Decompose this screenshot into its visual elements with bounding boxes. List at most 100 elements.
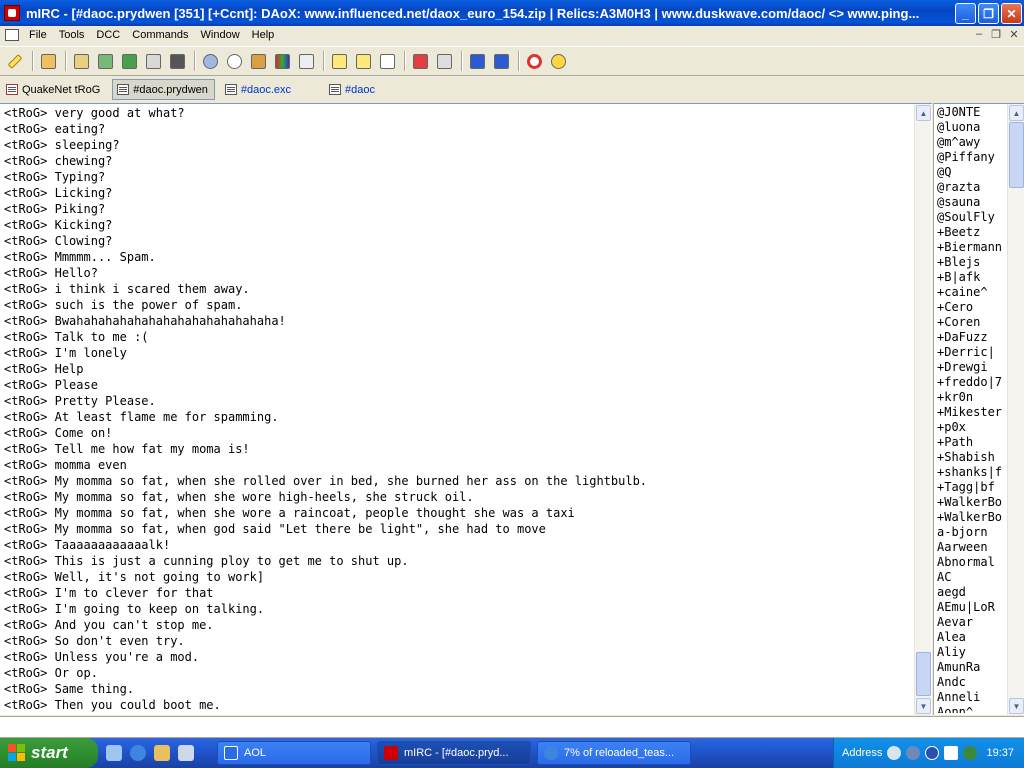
- child-close-button[interactable]: ✕: [1007, 28, 1021, 41]
- nick-item[interactable]: +Drewgi: [937, 360, 1009, 375]
- nick-item[interactable]: @sauna: [937, 195, 1009, 210]
- child-restore-button[interactable]: ❐: [989, 28, 1003, 41]
- dcc-chat-icon[interactable]: [247, 50, 269, 72]
- menu-help[interactable]: Help: [246, 29, 281, 41]
- nicklist-scroll-thumb[interactable]: [1009, 122, 1024, 188]
- about-icon[interactable]: [547, 50, 569, 72]
- tab-quakenet-trog[interactable]: QuakeNet tRoG: [2, 79, 106, 100]
- nick-item[interactable]: @Q: [937, 165, 1009, 180]
- nick-item[interactable]: AC: [937, 570, 1009, 585]
- task-aol[interactable]: AOL: [217, 741, 371, 765]
- menu-window[interactable]: Window: [195, 29, 246, 41]
- nick-item[interactable]: +Shabish: [937, 450, 1009, 465]
- menu-tools[interactable]: Tools: [53, 29, 91, 41]
- task-download[interactable]: 7% of reloaded_teas...: [537, 741, 691, 765]
- scroll-down-arrow-icon[interactable]: ▼: [1009, 698, 1024, 714]
- dcc-send-icon[interactable]: [223, 50, 245, 72]
- task-mirc[interactable]: mIRC - [#daoc.pryd...: [377, 741, 531, 765]
- nick-item[interactable]: +Path: [937, 435, 1009, 450]
- nick-item[interactable]: +shanks|f: [937, 465, 1009, 480]
- nick-item[interactable]: +kr0n: [937, 390, 1009, 405]
- find-icon[interactable]: [433, 50, 455, 72]
- nick-item[interactable]: Aarween: [937, 540, 1009, 555]
- nick-item[interactable]: @SoulFly: [937, 210, 1009, 225]
- tab-daoc[interactable]: #daoc: [325, 79, 381, 100]
- nick-item[interactable]: Abnormal: [937, 555, 1009, 570]
- highlight-icon[interactable]: [376, 50, 398, 72]
- tab-daoc-prydwen[interactable]: #daoc.prydwen: [112, 79, 215, 100]
- menu-file[interactable]: File: [23, 29, 53, 41]
- nick-item[interactable]: +B|afk: [937, 270, 1009, 285]
- scroll-down-arrow-icon[interactable]: ▼: [916, 698, 931, 714]
- timer-icon[interactable]: [271, 50, 293, 72]
- nick-item[interactable]: @Piffany: [937, 150, 1009, 165]
- nick-item[interactable]: +Derric|: [937, 345, 1009, 360]
- nick-item[interactable]: +Blejs: [937, 255, 1009, 270]
- nick-item[interactable]: +p0x: [937, 420, 1009, 435]
- nick-item[interactable]: +caine^: [937, 285, 1009, 300]
- message-input[interactable]: [0, 717, 1024, 737]
- received-icon[interactable]: [409, 50, 431, 72]
- nicklist-scrollbar[interactable]: ▲ ▼: [1007, 104, 1024, 715]
- chat-scroll-thumb[interactable]: [916, 652, 931, 696]
- help-icon[interactable]: [523, 50, 545, 72]
- nick-item[interactable]: Aonn^: [937, 705, 1009, 713]
- tab-daoc-exc[interactable]: #daoc.exc: [221, 79, 297, 100]
- clock[interactable]: 19:37: [986, 747, 1014, 759]
- close-button[interactable]: ✕: [1001, 3, 1022, 24]
- nick-item[interactable]: +Tagg|bf: [937, 480, 1009, 495]
- colors-icon[interactable]: [295, 50, 317, 72]
- scroll-up-arrow-icon[interactable]: ▲: [916, 105, 931, 121]
- nick-item[interactable]: +Cero: [937, 300, 1009, 315]
- channels-icon[interactable]: [142, 50, 164, 72]
- child-minimize-button[interactable]: ‒: [972, 28, 986, 40]
- cascade-icon[interactable]: [490, 50, 512, 72]
- internet-explorer-icon[interactable]: [130, 745, 146, 761]
- nick-item[interactable]: +Coren: [937, 315, 1009, 330]
- nick-item[interactable]: aegd: [937, 585, 1009, 600]
- options-icon[interactable]: [37, 50, 59, 72]
- minimize-button[interactable]: _: [955, 3, 976, 24]
- nick-item[interactable]: +WalkerBo: [937, 495, 1009, 510]
- nick-item[interactable]: @luona: [937, 120, 1009, 135]
- volume-icon[interactable]: [963, 746, 978, 760]
- address-book-icon[interactable]: [118, 50, 140, 72]
- maximize-button[interactable]: ❐: [978, 3, 999, 24]
- nick-item[interactable]: AEmu|LoR: [937, 600, 1009, 615]
- nick-item[interactable]: +DaFuzz: [937, 330, 1009, 345]
- nick-item[interactable]: @m^awy: [937, 135, 1009, 150]
- nick-item[interactable]: +Biermann: [937, 240, 1009, 255]
- nick-item[interactable]: +freddo|7: [937, 375, 1009, 390]
- scroll-up-arrow-icon[interactable]: ▲: [1009, 105, 1024, 121]
- chevron-icon[interactable]: [887, 746, 902, 760]
- nick-item[interactable]: Alea: [937, 630, 1009, 645]
- mirc-app-icon[interactable]: [4, 5, 20, 21]
- notepad-icon[interactable]: [328, 50, 350, 72]
- nick-item[interactable]: Aevar: [937, 615, 1009, 630]
- nick-item[interactable]: Aliy: [937, 645, 1009, 660]
- connect-icon[interactable]: [4, 50, 26, 72]
- tile-icon[interactable]: [466, 50, 488, 72]
- url-list-icon[interactable]: [199, 50, 221, 72]
- network-icon[interactable]: [906, 746, 921, 760]
- alias-icon[interactable]: [70, 50, 92, 72]
- nick-item[interactable]: +WalkerBo: [937, 510, 1009, 525]
- show-desktop-icon[interactable]: [106, 745, 122, 761]
- address-toolbar-label[interactable]: Address: [842, 747, 882, 759]
- nick-item[interactable]: +Mikester: [937, 405, 1009, 420]
- child-window-icon[interactable]: [5, 29, 19, 41]
- chat-scrollbar[interactable]: ▲ ▼: [914, 104, 931, 715]
- scripts-icon[interactable]: [94, 50, 116, 72]
- nick-item[interactable]: Anneli: [937, 690, 1009, 705]
- nick-item[interactable]: @J0NTE: [937, 105, 1009, 120]
- log-icon[interactable]: [352, 50, 374, 72]
- nick-item[interactable]: a-bjorn: [937, 525, 1009, 540]
- messenger-icon[interactable]: [944, 746, 959, 760]
- start-button[interactable]: start: [0, 738, 98, 768]
- nick-item[interactable]: @razta: [937, 180, 1009, 195]
- menu-commands[interactable]: Commands: [126, 29, 194, 41]
- notify-icon[interactable]: [166, 50, 188, 72]
- nick-item[interactable]: AmunRa: [937, 660, 1009, 675]
- nick-item[interactable]: Andc: [937, 675, 1009, 690]
- notepad-quicklaunch-icon[interactable]: [178, 745, 194, 761]
